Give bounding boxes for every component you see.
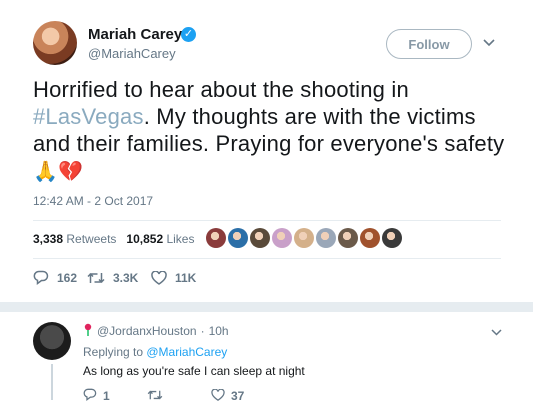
replying-to: Replying to @MariahCarey [83,345,227,359]
reply-count: 162 [57,270,78,285]
liker-avatars [206,228,402,248]
author-avatar[interactable] [33,21,77,65]
reply-author-avatar[interactable] [33,322,71,360]
divider [33,258,501,259]
retweets-count: 3,338 [33,232,64,246]
tweet-stats: 3,338 Retweets 10,852 Likes [33,232,194,246]
reply-reply-action[interactable]: 1 [83,388,147,404]
liker-avatar[interactable] [338,228,358,248]
liker-avatar[interactable] [360,228,380,248]
liker-avatar[interactable] [206,228,226,248]
hashtag-link[interactable]: #LasVegas [33,104,144,129]
praying-broken-heart-emoji: 🙏💔 [33,161,84,183]
liker-avatar[interactable] [382,228,402,248]
likes-label: Likes [166,232,195,246]
reply-action[interactable]: 162 [33,270,87,285]
rose-icon [83,323,93,339]
section-separator [0,302,533,312]
liker-avatar[interactable] [316,228,336,248]
reply-text: As long as you're safe I can sleep at ni… [83,364,305,378]
author-handle[interactable]: @MariahCarey [88,46,176,61]
replying-to-label: Replying to [83,345,147,359]
verified-badge-icon: ✓ [181,27,196,42]
retweets-stat[interactable]: 3,338 Retweets [33,232,116,246]
reply-like-count: 37 [231,389,245,403]
retweet-count: 3.3K [113,270,139,285]
tweet-timestamp[interactable]: 12:42 AM - 2 Oct 2017 [33,194,153,208]
chevron-down-icon[interactable] [483,35,495,50]
divider [33,220,501,221]
liker-avatar[interactable] [272,228,292,248]
liker-avatar[interactable] [250,228,270,248]
likes-stat[interactable]: 10,852 Likes [126,232,194,246]
liker-avatar[interactable] [228,228,248,248]
retweet-icon [87,271,105,285]
like-action[interactable]: 11K [151,270,211,285]
reply-actions: 1 37 [83,388,275,404]
reply-like-action[interactable]: 37 [211,388,275,404]
retweet-action[interactable]: 3.3K [87,270,151,285]
tweet-text-part: Horrified to hear about the shooting in [33,77,409,102]
likes-count: 10,852 [126,232,164,246]
heart-icon [211,388,225,404]
author-name[interactable]: Mariah Carey [88,26,182,43]
retweets-label: Retweets [66,232,117,246]
dot-separator: · [200,324,205,338]
tweet-text: Horrified to hear about the shooting in … [33,76,513,186]
thread-line [51,364,53,400]
reply-author-handle[interactable]: @JordanxHouston [97,324,197,338]
reply-reply-count: 1 [103,389,110,403]
reply-meta: @JordanxHouston · 10h [83,323,229,339]
reply-icon [33,270,49,285]
tweet-actions: 162 3.3K 11K [33,270,211,285]
reply-retweet-action[interactable] [147,388,211,404]
liker-avatar[interactable] [294,228,314,248]
retweet-icon [147,389,163,404]
reply-icon [83,388,97,404]
follow-button[interactable]: Follow [386,29,472,59]
like-count: 11K [175,270,197,285]
reply-chevron-down-icon[interactable] [491,325,502,339]
reply-time[interactable]: 10h [209,324,229,338]
heart-icon [151,270,167,285]
replying-to-handle[interactable]: @MariahCarey [146,345,227,359]
